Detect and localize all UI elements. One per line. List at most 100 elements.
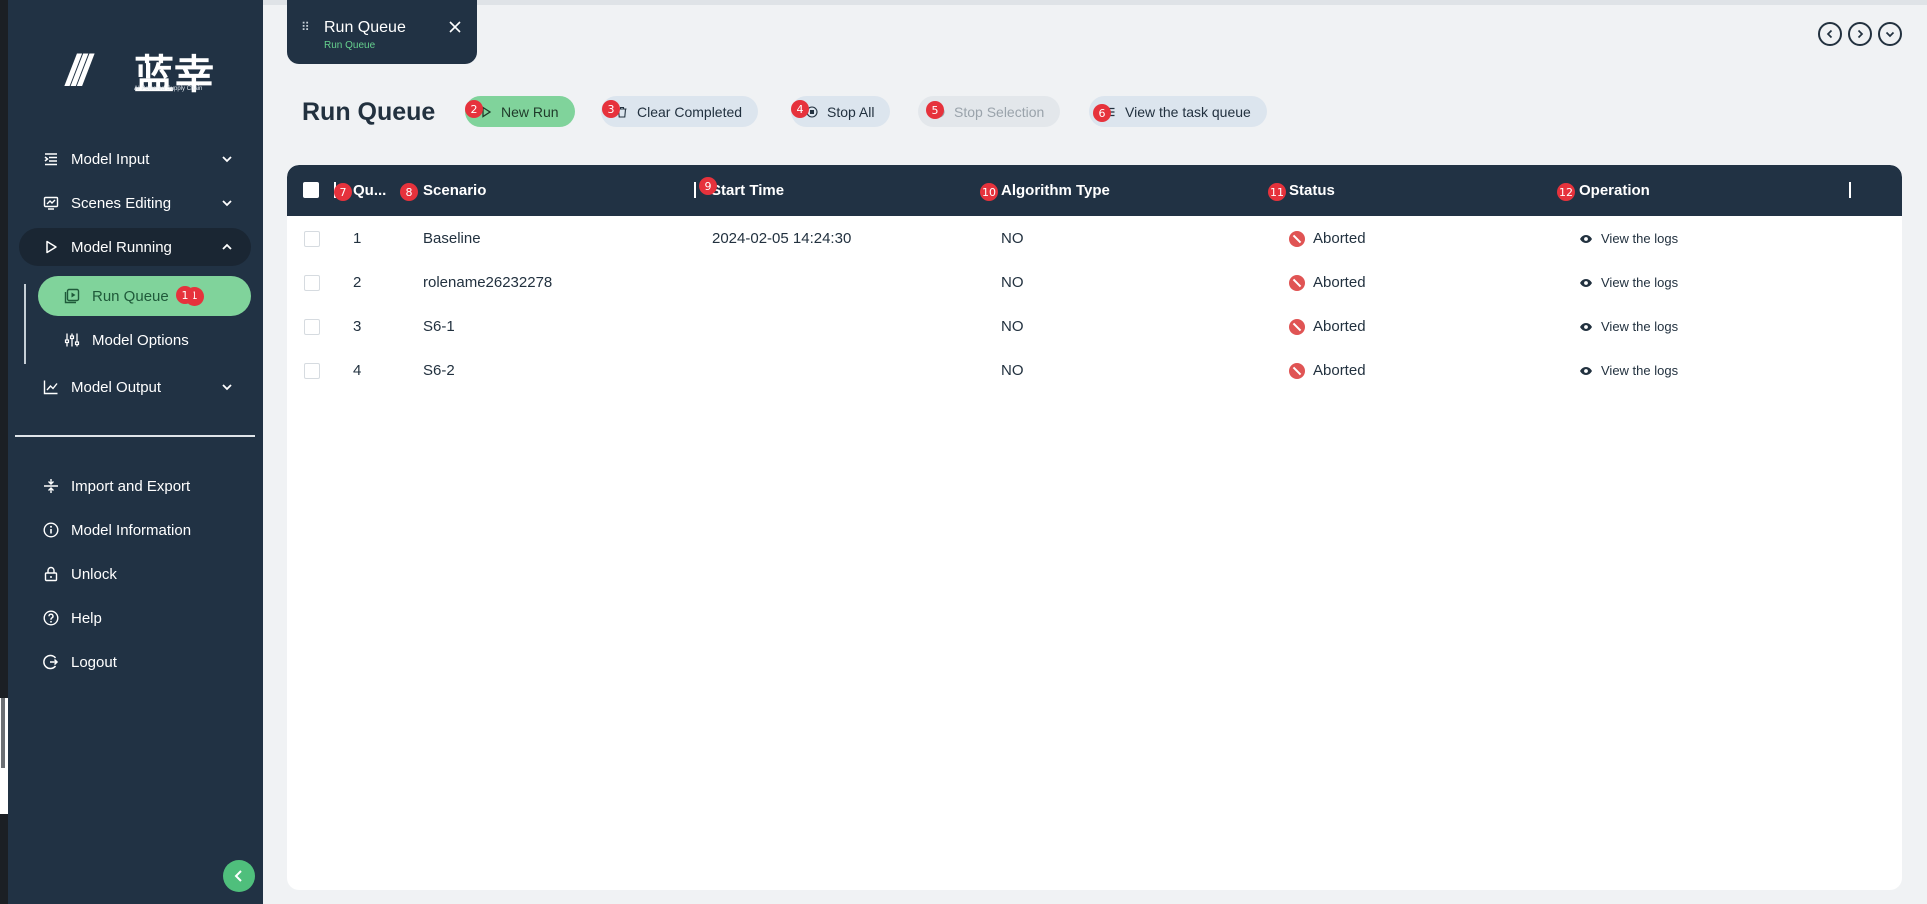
edge-scrollbar[interactable] — [1, 698, 5, 768]
status-badge: Aborted — [1289, 362, 1366, 379]
sidebar-item-label: Model Options — [92, 331, 189, 349]
sidebar-item-model-information[interactable]: Model Information — [19, 511, 251, 549]
select-all-checkbox[interactable] — [303, 182, 319, 198]
drag-handle-icon[interactable]: ⠿ — [301, 20, 310, 34]
table-row[interactable]: 4 S6-2 NO Aborted View the logs — [287, 349, 1902, 393]
chevron-left-icon — [234, 870, 242, 882]
row-checkbox[interactable] — [304, 319, 320, 335]
chevron-up-icon — [222, 243, 232, 250]
sidebar-item-label: Logout — [71, 653, 117, 671]
sidebar-item-run-queue[interactable]: Run Queue 1 — [38, 276, 251, 316]
view-logs-label: View the logs — [1601, 363, 1679, 378]
marker-5: 5 — [926, 101, 944, 119]
sidebar-item-label: Model Information — [71, 521, 192, 539]
column-header-status[interactable]: Status — [1289, 182, 1335, 199]
algorithm-type-cell: NO — [1001, 318, 1024, 335]
marker-4: 4 — [791, 100, 809, 118]
aborted-icon — [1289, 318, 1305, 335]
chevron-down-icon — [222, 156, 232, 163]
table-header: 7 Qu... 8 Scenario 9 Start Time 10 Algor… — [287, 165, 1902, 216]
logo: /// 蓝幸 AI Powered Supply Chain — [66, 42, 216, 98]
view-logs-link[interactable]: View the logs — [1579, 231, 1678, 246]
view-logs-link[interactable]: View the logs — [1579, 319, 1678, 334]
view-logs-link[interactable]: View the logs — [1579, 363, 1678, 378]
chevron-right-icon — [1857, 29, 1864, 39]
marker-11: 11 — [1268, 183, 1286, 201]
queue-cell: 1 — [353, 230, 362, 247]
info-icon — [43, 522, 59, 538]
eye-icon — [1580, 234, 1592, 243]
marker-10: 10 — [980, 183, 998, 201]
sidebar-item-label: Model Running — [71, 238, 172, 256]
sidebar-item-scenes-editing[interactable]: Scenes Editing — [19, 184, 251, 222]
algorithm-type-cell: NO — [1001, 362, 1024, 379]
table-row[interactable]: 2 rolename26232278 NO Aborted View the l… — [287, 261, 1902, 305]
column-header-queue[interactable]: Qu... — [353, 182, 386, 199]
column-header-operation[interactable]: Operation — [1579, 182, 1650, 199]
sidebar-item-model-running[interactable]: Model Running — [19, 228, 251, 266]
tab-menu-button[interactable] — [1878, 22, 1902, 46]
sidebar-item-label: Run Queue — [92, 287, 169, 305]
button-label: New Run — [501, 103, 559, 120]
eye-icon — [1580, 366, 1592, 375]
queue-cell: 2 — [353, 274, 362, 291]
tab-title: Run Queue — [324, 19, 406, 36]
row-checkbox[interactable] — [304, 363, 320, 379]
scenario-cell: rolename26232278 — [423, 274, 553, 291]
sidebar-item-model-input[interactable]: Model Input — [19, 140, 251, 178]
column-header-scenario[interactable]: Scenario — [423, 182, 486, 199]
window-edge — [0, 0, 8, 904]
status-badge: Aborted — [1289, 230, 1366, 247]
close-icon[interactable] — [447, 19, 463, 35]
aborted-icon — [1289, 274, 1305, 291]
marker-7: 7 — [334, 183, 352, 201]
start-time-cell: 2024-02-05 14:24:30 — [712, 230, 852, 247]
table-row[interactable]: 3 S6-1 NO Aborted View the logs — [287, 305, 1902, 349]
list-indent-icon — [43, 151, 59, 167]
sidebar-item-model-options[interactable]: Model Options — [38, 320, 251, 360]
button-label: Stop All — [827, 103, 875, 120]
import-export-icon — [43, 478, 59, 494]
column-resizer[interactable] — [694, 182, 696, 198]
queue-cell: 3 — [353, 318, 362, 335]
sidebar-item-help[interactable]: Help — [19, 599, 251, 637]
sidebar-item-label: Scenes Editing — [71, 194, 172, 212]
view-task-queue-button[interactable]: View the task queue — [1089, 96, 1267, 127]
table-row[interactable]: 1 Baseline 2024-02-05 14:24:30 NO Aborte… — [287, 217, 1902, 261]
eye-icon — [1580, 278, 1592, 287]
chart-screen-icon — [43, 195, 59, 211]
status-text: Aborted — [1313, 230, 1366, 247]
scenario-cell: S6-1 — [423, 318, 455, 335]
clear-completed-button[interactable]: Clear Completed — [601, 96, 759, 127]
tab-subtitle: Run Queue — [324, 40, 376, 51]
view-logs-label: View the logs — [1601, 275, 1679, 290]
sidebar-item-model-output[interactable]: Model Output — [19, 368, 251, 406]
sidebar-item-label: Unlock — [71, 565, 117, 583]
tab-run-queue[interactable]: ⠿ Run Queue Run Queue — [287, 0, 477, 64]
run-queue-table: 7 Qu... 8 Scenario 9 Start Time 10 Algor… — [287, 165, 1902, 890]
collapse-sidebar-button[interactable] — [223, 860, 255, 892]
column-header-algorithm-type[interactable]: Algorithm Type — [1001, 182, 1110, 199]
logo-mark: /// — [66, 46, 91, 95]
top-border — [263, 0, 1927, 5]
scenario-cell: S6-2 — [423, 362, 455, 379]
button-label: Clear Completed — [637, 103, 743, 120]
sidebar-item-import-export[interactable]: Import and Export — [19, 467, 251, 505]
sidebar-item-logout[interactable]: Logout — [19, 643, 251, 681]
logo-tagline: AI Powered Supply Chain — [134, 86, 203, 92]
row-checkbox[interactable] — [304, 231, 320, 247]
column-resizer[interactable] — [1849, 182, 1851, 198]
sliders-icon — [64, 332, 80, 348]
logout-icon — [43, 654, 59, 670]
sidebar-item-label: Import and Export — [71, 477, 191, 495]
column-header-start-time[interactable]: Start Time — [711, 182, 784, 199]
lock-icon — [43, 566, 59, 582]
sidebar-item-unlock[interactable]: Unlock — [19, 555, 251, 593]
view-logs-link[interactable]: View the logs — [1579, 275, 1678, 290]
previous-tab-button[interactable] — [1818, 22, 1842, 46]
line-chart-icon — [43, 379, 59, 395]
next-tab-button[interactable] — [1848, 22, 1872, 46]
marker-9: 9 — [699, 177, 717, 195]
row-checkbox[interactable] — [304, 275, 320, 291]
page-title: Run Queue — [302, 98, 436, 126]
